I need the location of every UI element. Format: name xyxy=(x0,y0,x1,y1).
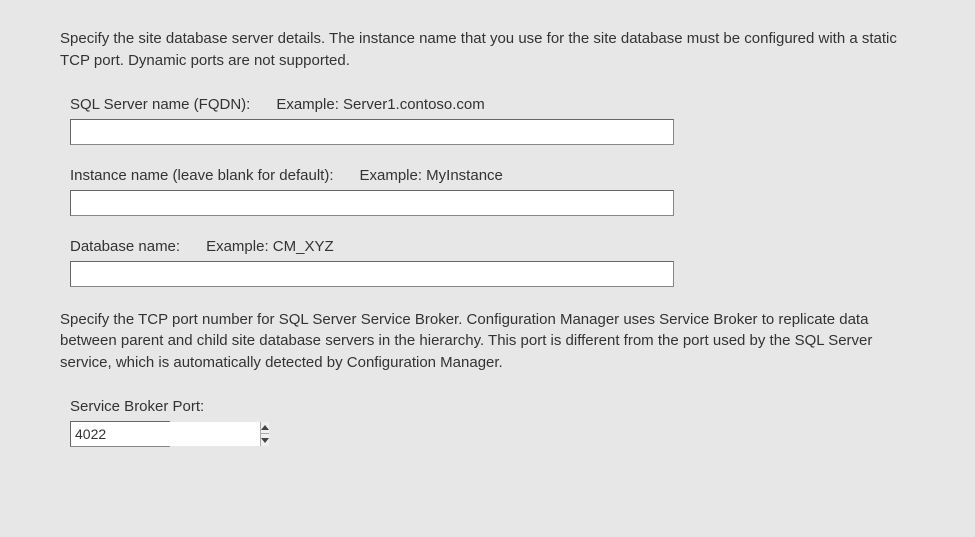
site-db-description: Specify the site database server details… xyxy=(60,28,915,72)
service-broker-description: Specify the TCP port number for SQL Serv… xyxy=(60,309,915,374)
spinner-buttons xyxy=(260,422,269,446)
chevron-down-icon xyxy=(261,438,269,443)
sql-server-example: Example: Server1.contoso.com xyxy=(276,96,484,113)
database-name-field-block: Database name: Example: CM_XYZ xyxy=(70,238,915,287)
chevron-up-icon xyxy=(261,425,269,430)
database-name-example: Example: CM_XYZ xyxy=(206,238,334,255)
service-broker-label: Service Broker Port: xyxy=(70,398,915,415)
instance-name-input[interactable] xyxy=(70,190,674,216)
service-broker-block: Service Broker Port: xyxy=(70,398,915,447)
spinner-up-button[interactable] xyxy=(261,422,269,435)
sql-server-label: SQL Server name (FQDN): xyxy=(70,96,250,113)
spinner-down-button[interactable] xyxy=(261,434,269,446)
service-broker-input[interactable] xyxy=(71,422,260,446)
sql-server-input[interactable] xyxy=(70,119,674,145)
database-name-label: Database name: xyxy=(70,238,180,255)
sql-server-field-block: SQL Server name (FQDN): Example: Server1… xyxy=(70,96,915,145)
service-broker-spinner xyxy=(70,421,170,447)
instance-name-label: Instance name (leave blank for default): xyxy=(70,167,333,184)
instance-name-field-block: Instance name (leave blank for default):… xyxy=(70,167,915,216)
instance-name-example: Example: MyInstance xyxy=(359,167,502,184)
database-name-input[interactable] xyxy=(70,261,674,287)
